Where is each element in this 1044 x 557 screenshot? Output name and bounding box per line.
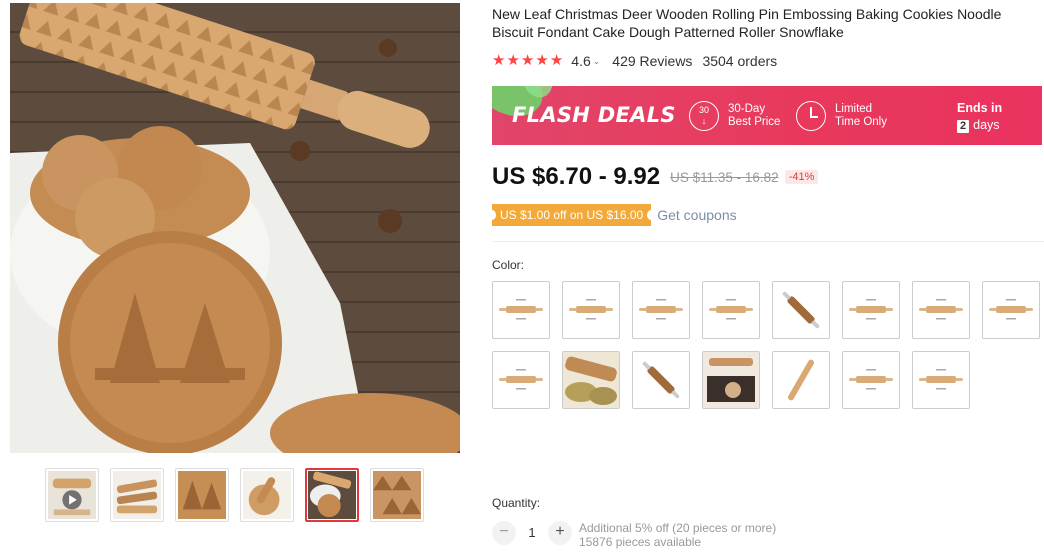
decrement-button[interactable]: − xyxy=(492,521,516,545)
color-swatch[interactable] xyxy=(842,351,900,409)
coupon-row: US $1.00 off on US $16.00 Get coupons xyxy=(487,204,737,226)
best-price-badge: 30-Day Best Price xyxy=(728,103,780,129)
calendar-30-icon: 30 ↓ xyxy=(689,101,719,131)
color-label: Color: xyxy=(492,258,525,272)
flash-deals-title: FLASH DEALS xyxy=(512,103,676,127)
color-swatch[interactable] xyxy=(702,281,760,339)
main-product-image[interactable] xyxy=(10,3,460,453)
star-icon: ★ xyxy=(520,52,535,69)
deal-countdown: Ends in 2 days xyxy=(957,100,1002,134)
quantity-stepper: − 1 + Additional 5% off (20 pieces or mo… xyxy=(492,521,776,549)
star-icon: ★ xyxy=(506,52,520,69)
clock-icon xyxy=(796,101,826,131)
bulk-discount-text: Additional 5% off (20 pieces or more) xyxy=(579,521,777,535)
original-price: US $11.35 - 16.82 xyxy=(670,169,779,185)
star-icon: ★ xyxy=(492,52,506,69)
thumbnail-image[interactable] xyxy=(370,468,424,522)
badge-line: Limited xyxy=(835,103,873,115)
product-title: New Leaf Christmas Deer Wooden Rolling P… xyxy=(492,6,1002,40)
orders-count: 3504 orders xyxy=(702,53,778,69)
coupon-badge[interactable]: US $1.00 off on US $16.00 xyxy=(487,204,656,226)
rating-stars: ★ ★ ★ ★ ★ xyxy=(492,53,563,69)
thumbnail-image[interactable] xyxy=(110,468,164,522)
product-photo xyxy=(10,3,460,453)
thumbnail-image[interactable] xyxy=(240,468,294,522)
rating-value[interactable]: 4.6 xyxy=(571,53,590,69)
chevron-down-icon[interactable]: ⌄ xyxy=(593,56,601,67)
star-icon: ★ xyxy=(549,52,564,69)
color-swatch[interactable] xyxy=(562,351,620,409)
badge-line: Best Price xyxy=(728,116,781,128)
badge-line: 30-Day xyxy=(728,103,766,115)
thumbnail-strip xyxy=(45,468,424,522)
thumbnail-image[interactable] xyxy=(305,468,359,522)
thumbnail-image[interactable] xyxy=(175,468,229,522)
star-icon: ★ xyxy=(535,52,549,69)
rating-summary: ★ ★ ★ ★ ★ 4.6 ⌄ 429 Reviews 3504 orders xyxy=(492,53,778,70)
current-price: US $6.70 - 9.92 xyxy=(492,163,661,190)
stock-available-text: 15876 pieces available xyxy=(579,535,702,549)
countdown-days-value: 2 xyxy=(957,120,970,133)
color-swatch[interactable] xyxy=(772,351,830,409)
color-swatch[interactable] xyxy=(492,351,550,409)
limited-time-badge: Limited Time Only xyxy=(835,103,887,129)
divider xyxy=(492,241,1044,242)
discount-badge: -41% xyxy=(784,170,819,184)
flash-deals-banner: FLASH DEALS 30 ↓ 30-Day Best Price Limite… xyxy=(492,86,1042,145)
badge-line: Time Only xyxy=(835,116,887,128)
color-swatch[interactable] xyxy=(632,351,690,409)
color-swatch-list xyxy=(492,281,1042,409)
quantity-input[interactable]: 1 xyxy=(516,521,548,545)
thumbnail-video[interactable] xyxy=(45,468,99,522)
color-swatch[interactable] xyxy=(912,281,970,339)
color-swatch[interactable] xyxy=(702,351,760,409)
color-swatch[interactable] xyxy=(982,281,1040,339)
color-swatch[interactable] xyxy=(632,281,690,339)
get-coupons-link[interactable]: Get coupons xyxy=(657,207,736,223)
color-swatch[interactable] xyxy=(772,281,830,339)
quantity-label: Quantity: xyxy=(492,496,541,510)
increment-button[interactable]: + xyxy=(548,521,572,545)
color-swatch[interactable] xyxy=(562,281,620,339)
color-swatch[interactable] xyxy=(842,281,900,339)
countdown-unit: days xyxy=(973,118,1000,132)
countdown-label: Ends in xyxy=(957,101,1003,115)
color-swatch[interactable] xyxy=(492,281,550,339)
color-swatch[interactable] xyxy=(912,351,970,409)
quantity-note: Additional 5% off (20 pieces or more) 15… xyxy=(579,521,776,549)
reviews-link[interactable]: 429 Reviews xyxy=(612,53,692,69)
price-row: US $6.70 - 9.92 US $11.35 - 16.82 -41% xyxy=(492,163,819,191)
